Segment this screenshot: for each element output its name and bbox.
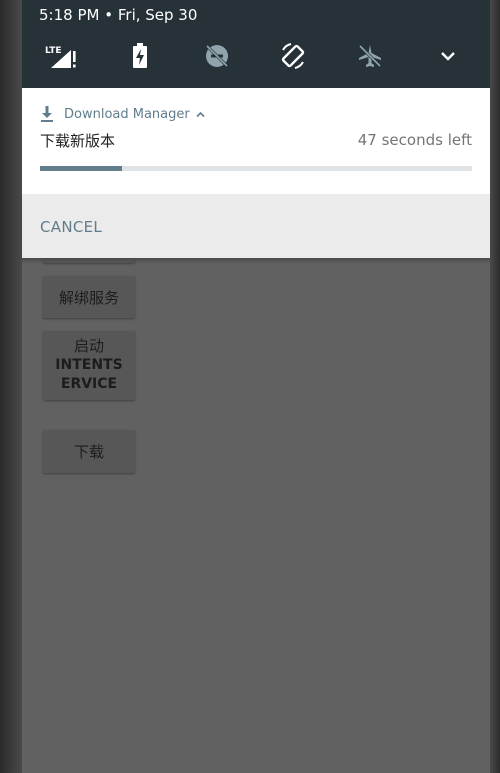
download-progress-fill	[40, 166, 123, 171]
download-label: 下载	[73, 443, 104, 461]
intent-service-label-1: 启动	[73, 337, 104, 355]
download-progress-bar	[40, 166, 472, 171]
status-datetime: 5:18 PM • Fri, Sep 30	[39, 6, 197, 24]
notification-title: 下载新版本	[40, 132, 116, 150]
notification-actions: CANCEL	[22, 194, 490, 258]
notification-time-left: 47 seconds left	[357, 131, 472, 149]
status-separator: •	[104, 6, 118, 24]
unbind-service-label: 解绑服务	[58, 288, 119, 307]
intent-service-label-2: INTENTS	[55, 357, 123, 373]
status-time: 5:18 PM	[39, 6, 100, 24]
device-frame-right	[490, 0, 500, 773]
airplane-mode-icon[interactable]	[352, 36, 388, 76]
intent-service-label-3: ERVICE	[60, 376, 118, 392]
download-notification[interactable]: Download Manager 下载新版本 47 seconds left	[22, 88, 490, 194]
download-button[interactable]: 下载	[43, 430, 135, 473]
notification-app-name: Download Manager	[64, 106, 190, 122]
auto-rotate-icon[interactable]	[275, 36, 311, 76]
svg-text:LTE: LTE	[45, 46, 62, 56]
chevron-down-icon[interactable]	[430, 36, 466, 76]
cancel-button[interactable]: CANCEL	[40, 218, 102, 236]
status-date: Fri, Sep 30	[117, 6, 198, 24]
notification-header: Download Manager	[40, 104, 205, 124]
lte-signal-icon[interactable]: LTE	[42, 36, 78, 76]
notification-shadow	[22, 258, 490, 264]
device-frame-left	[0, 0, 22, 773]
start-intent-service-button[interactable]: 启动 INTENTS ERVICE	[43, 331, 135, 400]
quick-settings-row: LTE	[22, 36, 490, 76]
chevron-up-icon[interactable]	[196, 111, 205, 118]
unbind-service-button[interactable]: 解绑服务	[43, 276, 135, 318]
do-not-disturb-off-icon[interactable]	[199, 36, 235, 76]
phone-screen: 解绑服务 启动 INTENTS ERVICE 下载 5:18 PM • Fri,…	[22, 0, 490, 773]
quick-settings-header: 5:18 PM • Fri, Sep 30 LTE	[22, 0, 490, 88]
battery-charging-icon[interactable]	[122, 36, 158, 76]
download-icon	[41, 106, 53, 122]
